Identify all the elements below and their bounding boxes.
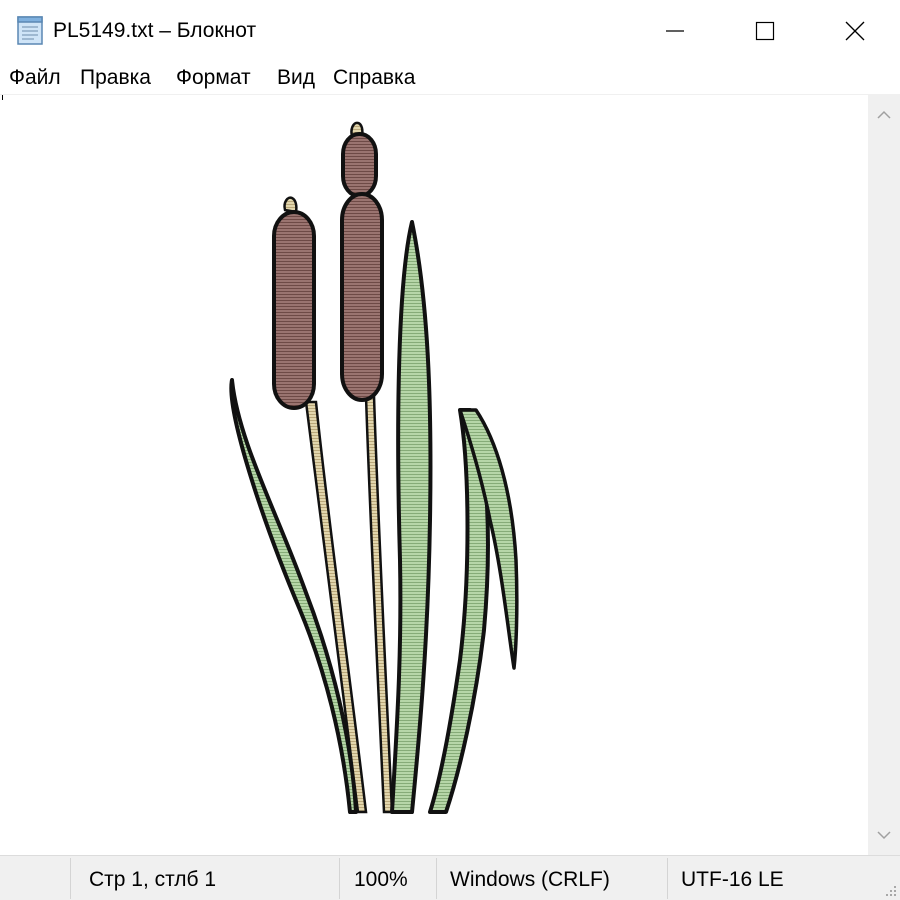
stem-left <box>304 400 368 814</box>
status-separator <box>667 858 668 899</box>
status-zoom: 100% <box>354 868 408 891</box>
scroll-up-button[interactable] <box>868 103 900 127</box>
stem-center <box>364 394 394 814</box>
status-bar: Стр 1, стлб 1 100% Windows (CRLF) UTF-16… <box>0 855 900 900</box>
resize-grip-icon[interactable] <box>882 882 898 898</box>
cattail-head-center <box>340 121 384 402</box>
status-line-endings: Windows (CRLF) <box>450 868 610 891</box>
cattail-drawing <box>229 121 519 814</box>
cattail-head-left <box>272 196 316 410</box>
status-cursor-position: Стр 1, стлб 1 <box>89 868 217 891</box>
chevron-up-icon <box>877 110 891 119</box>
status-separator <box>436 858 437 899</box>
leaf-center <box>390 220 433 814</box>
status-encoding: UTF-16 LE <box>681 868 784 891</box>
vertical-scrollbar[interactable] <box>868 95 900 855</box>
status-separator <box>70 858 71 899</box>
chevron-down-icon <box>877 831 891 840</box>
status-separator <box>339 858 340 899</box>
scroll-down-button[interactable] <box>868 823 900 847</box>
